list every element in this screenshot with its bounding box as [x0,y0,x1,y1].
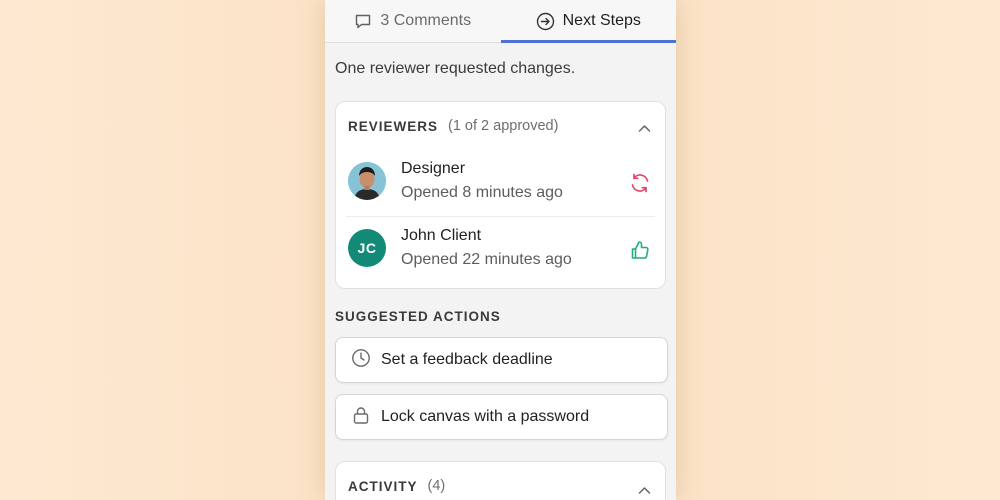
reviewers-header[interactable]: REVIEWERS (1 of 2 approved) [336,102,665,150]
action-label: Set a feedback deadline [381,351,553,368]
tab-next-steps[interactable]: Next Steps [500,0,677,43]
lock-icon [351,405,371,430]
reviewers-title: REVIEWERS [348,118,439,134]
lock-canvas-button[interactable]: Lock canvas with a password [335,394,668,440]
reviewer-name: John Client [401,227,482,244]
chevron-up-icon[interactable] [638,482,651,500]
tab-next-steps-label: Next Steps [562,12,641,29]
next-steps-panel: 3 Comments Next Steps One reviewer reque… [325,0,676,500]
clock-icon [351,348,371,373]
chevron-up-icon[interactable] [638,120,651,138]
activity-card: ACTIVITY (4) [335,461,666,500]
thumbs-up-icon [629,239,651,266]
page-background: 3 Comments Next Steps One reviewer reque… [0,0,1000,500]
reviewer-time: Opened 22 minutes ago [401,251,572,268]
reviewer-time: Opened 8 minutes ago [401,184,563,201]
tab-comments-label: 3 Comments [380,12,472,29]
panel-tabs: 3 Comments Next Steps [325,0,676,43]
avatar: JC [348,229,386,267]
tab-comments[interactable]: 3 Comments [325,0,501,42]
reviewers-count: (1 of 2 approved) [448,118,559,134]
activity-title: ACTIVITY [348,478,418,494]
comment-icon [354,12,372,30]
action-label: Lock canvas with a password [381,408,590,425]
reviewer-row[interactable]: JC John Client Opened 22 minutes ago [346,216,655,283]
review-summary: One reviewer requested changes. [335,60,576,77]
avatar [348,162,386,200]
reviewers-card: REVIEWERS (1 of 2 approved) Designer Ope… [335,101,666,289]
reviewer-row[interactable]: Designer Opened 8 minutes ago [346,150,655,216]
sync-icon [629,172,651,199]
suggested-actions-title: SUGGESTED ACTIONS [335,309,501,324]
activity-header[interactable]: ACTIVITY (4) [336,462,665,500]
activity-count: (4) [427,478,446,494]
reviewer-name: Designer [401,160,466,177]
set-feedback-deadline-button[interactable]: Set a feedback deadline [335,337,668,383]
arrow-right-circle-icon [536,12,555,31]
